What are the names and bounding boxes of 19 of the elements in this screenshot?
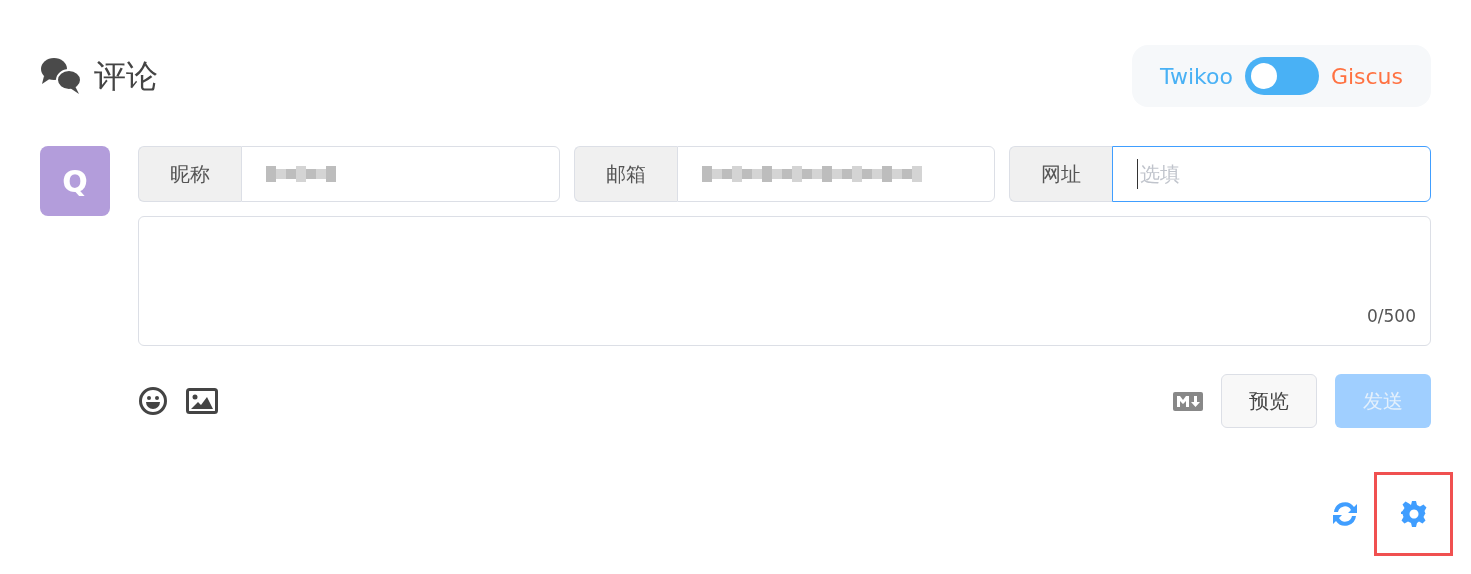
refresh-icon[interactable] <box>1330 499 1360 529</box>
field-label: 邮箱 <box>573 146 677 202</box>
switch-label: Twikoo <box>1160 62 1233 91</box>
switch-label: Giscus <box>1330 62 1403 91</box>
input-field[interactable]: 选填 <box>1112 146 1431 202</box>
smiley-icon[interactable] <box>138 386 168 416</box>
section-title: 评论 <box>94 56 158 97</box>
field-label: 昵称 <box>138 146 241 202</box>
text-input[interactable]: 选填 <box>1137 159 1406 189</box>
avatar: Q <box>40 146 110 216</box>
character-counter: 0/500 <box>1367 304 1416 328</box>
image-icon[interactable] <box>186 388 218 414</box>
chat-bubbles-icon <box>40 56 82 96</box>
toggle-switch[interactable] <box>1244 57 1319 95</box>
field-label: 网址 <box>1009 146 1113 202</box>
comment-textarea[interactable]: 0/500 <box>138 216 1431 346</box>
settings-icon[interactable] <box>1399 500 1428 528</box>
preview-button[interactable]: 预览 <box>1221 374 1317 428</box>
markdown-icon <box>1173 391 1203 411</box>
